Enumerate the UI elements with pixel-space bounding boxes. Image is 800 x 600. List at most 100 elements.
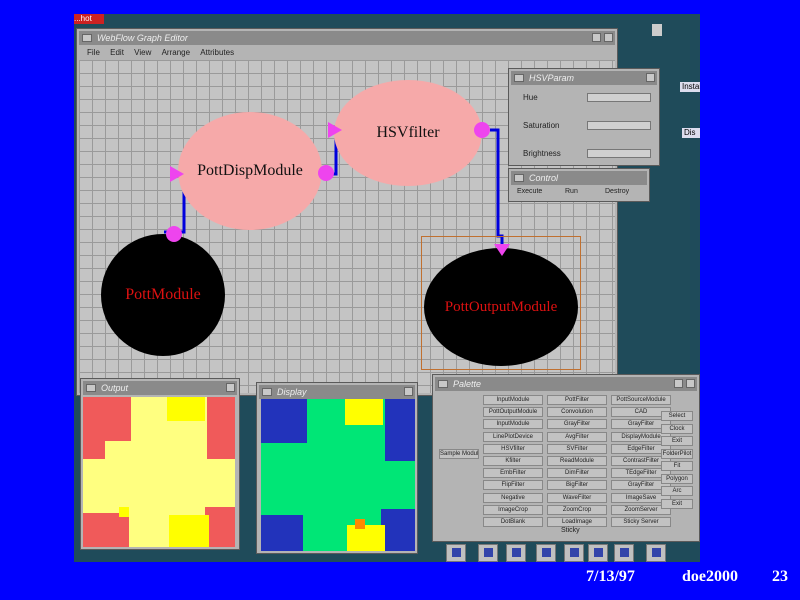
node-hsv-filter[interactable]: HSVfilter — [334, 80, 482, 186]
palette-module-button[interactable]: BigFilter — [547, 480, 607, 491]
palette-module-button[interactable]: ReadModule — [547, 456, 607, 466]
brightness-slider[interactable] — [587, 149, 651, 158]
brightness-label: Brightness — [523, 149, 561, 158]
display-titlebar[interactable]: Display — [259, 385, 415, 399]
palette-module-button[interactable]: DotBlank — [483, 517, 543, 527]
palette-module-button[interactable]: InputModule — [483, 419, 543, 430]
palette-module-button[interactable]: PottFilter — [547, 395, 607, 405]
palette-module-button[interactable]: WaveFilter — [547, 492, 607, 503]
sample-module-button[interactable]: Sample Module — [439, 449, 479, 459]
output-window: Output — [80, 378, 240, 550]
window-menu-icon[interactable] — [438, 380, 448, 388]
disk-icon[interactable] — [564, 544, 584, 562]
hsv-param-titlebar[interactable]: HSVParam — [511, 71, 657, 85]
saturation-label: Saturation — [523, 121, 560, 130]
palette-module-button[interactable]: HSVfilter — [483, 443, 543, 454]
port-disp-out[interactable] — [318, 165, 334, 181]
palette-module-button[interactable]: InputModule — [483, 395, 543, 405]
output-image — [83, 397, 235, 547]
maximize-icon[interactable] — [226, 383, 235, 392]
saturation-slider[interactable] — [587, 121, 651, 130]
pen-icon[interactable] — [478, 544, 498, 562]
window-menu-icon[interactable] — [262, 388, 272, 396]
terminal-icon[interactable] — [446, 544, 466, 562]
folder-icon-glyph — [542, 548, 551, 557]
palette-module-button[interactable]: PottOutputModule — [483, 407, 543, 418]
footer-date: 7/13/97 — [586, 568, 635, 585]
display-image — [261, 399, 415, 551]
minimize-icon[interactable] — [674, 379, 683, 388]
port-hsv-out[interactable] — [474, 122, 490, 138]
maximize-icon[interactable] — [646, 73, 655, 82]
palette-tool-button[interactable]: FolderPilot — [661, 448, 693, 459]
palette-module-button[interactable]: ImageCrop — [483, 504, 543, 515]
port-disp-in[interactable] — [170, 166, 184, 182]
palette-tool-button[interactable]: Exit — [661, 498, 693, 509]
control-option-run[interactable]: Run — [565, 188, 578, 195]
palette-module-button[interactable]: Convolution — [547, 407, 607, 418]
node-pott-module[interactable]: PottModule — [101, 234, 225, 356]
node-label-pott-module: PottModule — [125, 286, 201, 303]
control-title: Control — [529, 173, 559, 183]
disk-icon-glyph — [570, 548, 579, 557]
window-menu-icon[interactable] — [86, 384, 96, 392]
palette-tool-button[interactable]: Polygon — [661, 473, 693, 484]
palette-module-button[interactable]: DimFilter — [547, 468, 607, 479]
window-menu-icon[interactable] — [514, 174, 524, 182]
folder-icon[interactable] — [536, 544, 556, 562]
printer-icon-glyph — [594, 548, 603, 557]
node-label-pott-disp: PottDispModule — [197, 162, 303, 179]
globe-icon[interactable] — [506, 544, 526, 562]
printer-icon[interactable] — [588, 544, 608, 562]
hsv-param-window: HSVParam Hue Saturation Brightness — [508, 68, 660, 166]
port-output-in[interactable] — [494, 244, 510, 256]
palette-module-button[interactable]: Kfilter — [483, 456, 543, 466]
edge-hsv-to-output — [490, 128, 504, 246]
output-title: Output — [101, 383, 129, 393]
palette-module-button[interactable]: PottSourceModule — [611, 395, 671, 405]
window-menu-icon[interactable] — [514, 74, 524, 82]
palette-tool-button[interactable]: Fit — [661, 461, 693, 471]
trash-icon[interactable] — [646, 544, 666, 562]
palette-tool-button[interactable]: Select — [661, 411, 693, 421]
output-titlebar[interactable]: Output — [83, 381, 237, 395]
globe-icon-glyph — [512, 548, 521, 557]
palette-window: Palette Sample Module InputModule PottOut… — [432, 374, 700, 542]
palette-titlebar[interactable]: Palette — [435, 377, 697, 391]
maximize-icon[interactable] — [404, 387, 413, 396]
palette-module-button[interactable]: GrayFilter — [547, 419, 607, 430]
hue-slider[interactable] — [587, 93, 651, 102]
binoculars-icon[interactable] — [614, 544, 634, 562]
control-titlebar[interactable]: Control — [511, 171, 647, 185]
control-window: Control Execute Run Destroy — [508, 168, 650, 202]
binoculars-icon-glyph — [620, 548, 629, 557]
control-option-destroy[interactable]: Destroy — [605, 188, 629, 195]
palette-tool-button[interactable]: Exit — [661, 436, 693, 446]
footer-project: doe2000 — [682, 568, 738, 585]
palette-module-button[interactable]: LoadImage — [547, 517, 607, 527]
port-hsv-in[interactable] — [328, 122, 342, 138]
palette-module-button[interactable]: AvgFilter — [547, 431, 607, 442]
footer-page-number: 23 — [772, 568, 788, 585]
node-pott-output-module[interactable]: PottOutputModule — [424, 248, 578, 366]
node-pott-disp-module[interactable]: PottDispModule — [178, 112, 322, 230]
palette-module-button[interactable]: EmbFilter — [483, 468, 543, 479]
maximize-icon[interactable] — [686, 379, 695, 388]
port-pott-module-out[interactable] — [166, 226, 182, 242]
terminal-icon-glyph — [452, 548, 461, 557]
hue-label: Hue — [523, 93, 538, 102]
display-title: Display — [277, 387, 307, 397]
palette-module-button[interactable]: Sticky Server — [611, 517, 671, 527]
palette-module-button[interactable]: FlipFilter — [483, 480, 543, 491]
control-option-execute[interactable]: Execute — [517, 188, 542, 195]
slide-footer: 7/13/97 doe2000 23 — [0, 568, 800, 588]
palette-module-button[interactable]: Negative — [483, 492, 543, 503]
palette-tool-button[interactable]: Clock — [661, 423, 693, 434]
palette-module-button[interactable]: ZoomCrop — [547, 504, 607, 515]
palette-tool-button[interactable]: Arc — [661, 486, 693, 496]
palette-bottom-label: Sticky — [561, 527, 580, 534]
palette-module-button[interactable]: LinePlotDevice — [483, 431, 543, 442]
node-label-pott-output: PottOutputModule — [444, 298, 558, 315]
desktop-screen: ...hot Install Dis WebFlow Graph Editor … — [74, 14, 700, 562]
palette-module-button[interactable]: SVFilter — [547, 443, 607, 454]
